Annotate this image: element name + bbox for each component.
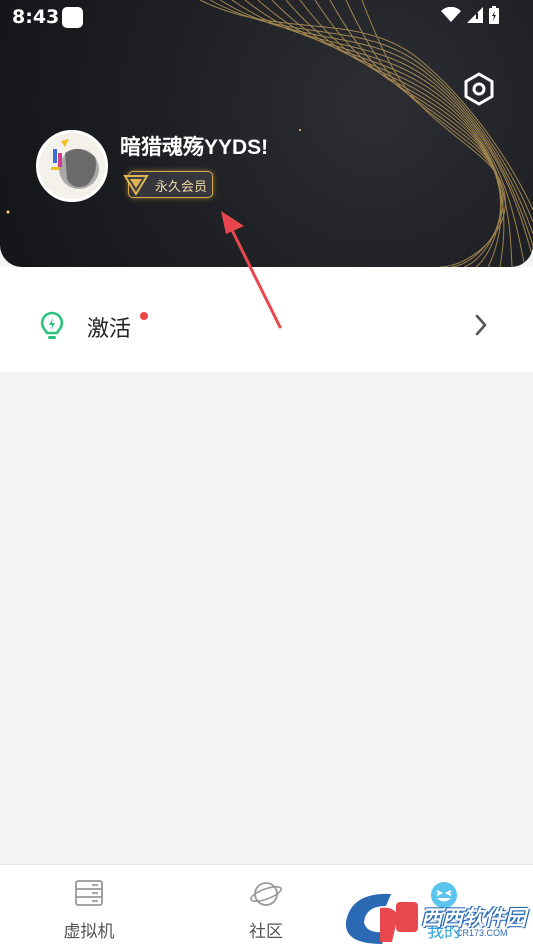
profile-header: 8:43 暗猎魂殇YYDS! 永久会员	[0, 0, 533, 267]
status-time: 8:43	[12, 6, 60, 28]
avatar-image	[39, 133, 105, 199]
server-rack-icon	[75, 880, 103, 906]
status-bar: 8:43	[0, 0, 533, 36]
membership-badge[interactable]: 永久会员	[123, 171, 213, 198]
user-avatar[interactable]	[36, 130, 108, 202]
diamond-badge-icon	[123, 175, 149, 196]
settings-hexagon-icon	[464, 72, 494, 106]
notification-dot	[140, 312, 148, 320]
signal-icon	[467, 7, 483, 23]
nav-label-virtual-machine: 虚拟机	[63, 922, 115, 942]
badge-label: 永久会员	[155, 180, 208, 195]
profile-screen: 8:43 暗猎魂殇YYDS! 永久会员 激活 虚拟机 社区 我的 西西软件园 C…	[0, 0, 533, 948]
menu-item-activate[interactable]: 激活	[0, 267, 533, 342]
lightbulb-icon	[40, 311, 64, 339]
username: 暗猎魂殇YYDS!	[120, 136, 269, 159]
settings-button[interactable]	[460, 70, 498, 108]
planet-icon	[250, 882, 282, 906]
status-icons	[441, 6, 499, 24]
nav-tab-virtual-machine[interactable]: 虚拟机	[29, 865, 149, 948]
menu-item-label: 激活	[87, 317, 132, 342]
menu-card: 激活	[0, 267, 533, 372]
nav-label-community: 社区	[249, 922, 283, 942]
chevron-right-icon	[475, 314, 487, 336]
nav-tab-community[interactable]: 社区	[206, 865, 326, 948]
battery-icon	[489, 6, 499, 24]
app-notification-icon	[62, 7, 83, 28]
wifi-icon	[441, 7, 461, 22]
watermark-url: CR173.COM	[456, 928, 508, 938]
watermark-logo: 西西软件园 CR173.COM	[336, 872, 533, 948]
